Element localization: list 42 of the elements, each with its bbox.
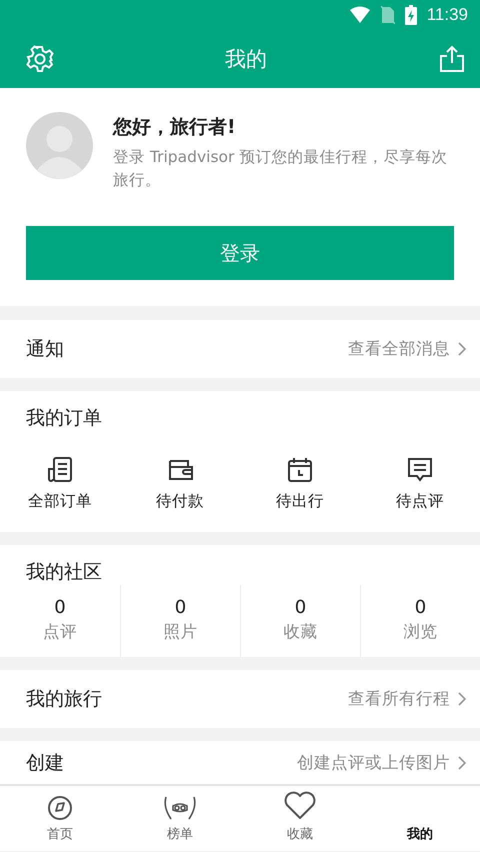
section-title: 我的订单: [25, 406, 102, 431]
document-icon: [45, 455, 75, 485]
login-button[interactable]: 登录: [26, 226, 454, 280]
stat-count: 0: [414, 597, 426, 618]
order-category[interactable]: 待点评: [360, 431, 480, 532]
section-title: 我的社区: [25, 560, 102, 585]
tab[interactable]: 首页: [0, 786, 120, 851]
heart-icon: [283, 791, 317, 821]
wifi-icon: [348, 6, 371, 24]
no-sim-icon: [380, 6, 395, 24]
view-all-trips-link[interactable]: 查看所有行程: [348, 688, 466, 710]
order-category[interactable]: 待付款: [120, 431, 240, 532]
stat-count: 0: [294, 597, 306, 618]
battery-charging-icon: [404, 5, 417, 25]
status-time: 11:39: [426, 5, 468, 25]
create-review-link[interactable]: 创建点评或上传图片: [297, 752, 466, 774]
stat-label: 照片: [164, 621, 198, 643]
login-prompt: 登录 Tripadvisor 预订您的最佳行程，尽享每次旅行。: [113, 147, 448, 191]
tab[interactable]: 榜单: [120, 786, 240, 851]
settings-icon[interactable]: [26, 45, 54, 73]
chevron-icon: [458, 756, 466, 770]
compass-icon: [47, 795, 73, 821]
create-label: 创建: [26, 750, 64, 776]
calendar-icon: [285, 455, 315, 485]
stat-label: 浏览: [404, 621, 438, 643]
stat-label: 收藏: [284, 621, 318, 643]
stat-count: 0: [174, 597, 186, 618]
order-category[interactable]: 待出行: [240, 431, 360, 532]
page-title: 我的: [225, 46, 267, 73]
share-icon[interactable]: [438, 45, 466, 73]
stat-count: 0: [54, 597, 66, 618]
order-category[interactable]: 全部订单: [0, 431, 120, 532]
stat-label: 点评: [43, 621, 77, 643]
avatar: [26, 112, 93, 179]
notifications-label: 通知: [26, 337, 64, 362]
view-all-messages-link[interactable]: 查看全部消息: [348, 338, 466, 360]
chevron-icon: [458, 342, 466, 356]
tab[interactable]: 我的: [360, 786, 480, 851]
tab[interactable]: 收藏: [240, 786, 360, 851]
chevron-icon: [458, 692, 466, 706]
trips-label: 我的旅行: [26, 687, 102, 712]
greeting: 您好，旅行者!: [113, 115, 237, 140]
